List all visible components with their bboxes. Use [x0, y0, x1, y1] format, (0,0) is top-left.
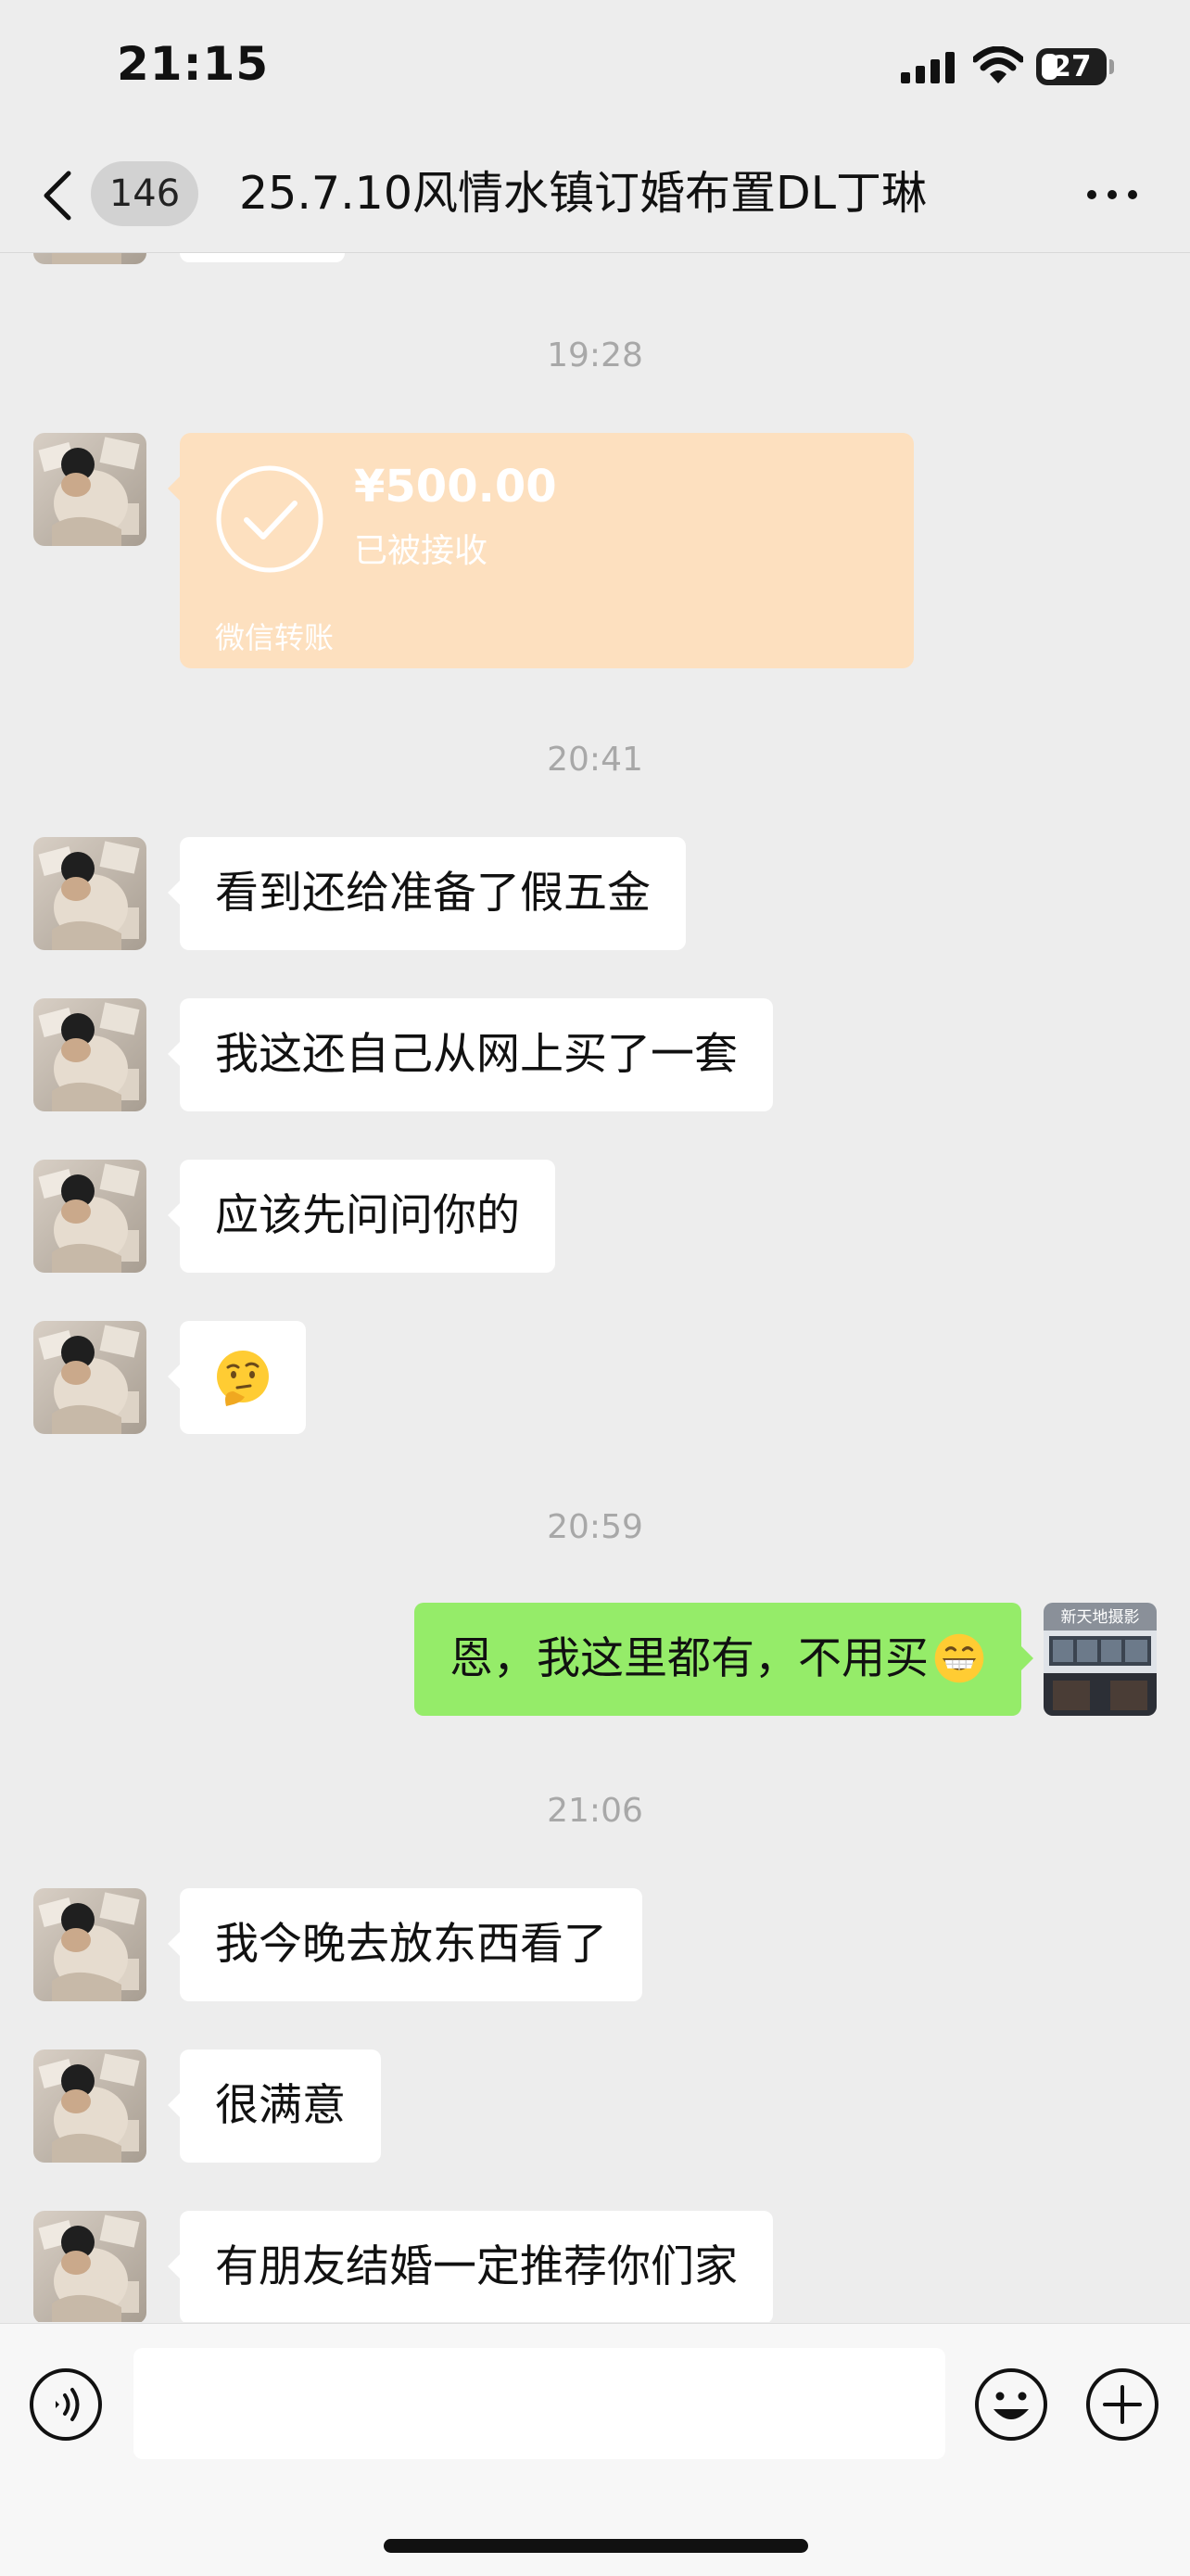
voice-icon[interactable]	[28, 2367, 104, 2443]
battery-level: 27	[1051, 50, 1092, 83]
storefront-image: 新天地摄影	[1044, 1603, 1157, 1716]
contact-avatar[interactable]	[33, 253, 146, 264]
outgoing-message-bubble[interactable]: 恩，我这里都有，不用买	[414, 1603, 1033, 1716]
transfer-label: 微信转账	[215, 620, 335, 655]
thinking-face-emoji	[217, 1351, 269, 1406]
timestamp: 20:41	[547, 741, 643, 779]
unread-count-badge[interactable]: 146	[91, 161, 198, 226]
message-list[interactable]: 19:28 ¥500.00 已被接收 微信转账 20:41 看到还给准备了假五金…	[0, 253, 1190, 2322]
emoji-face-icon[interactable]	[973, 2367, 1049, 2443]
wifi-icon	[973, 46, 1023, 83]
contact-avatar[interactable]	[33, 1321, 146, 1434]
message-bubble[interactable]: 我今晚去放东西看了	[168, 1888, 642, 2001]
transfer-status: 已被接收	[354, 532, 488, 570]
message-bubble[interactable]: 有朋友结婚一定推荐你们家	[168, 2211, 773, 2322]
plus-icon[interactable]	[1084, 2367, 1160, 2443]
timestamp: 21:06	[547, 1792, 643, 1830]
status-bar: 21:15 27	[0, 0, 1190, 139]
transfer-amount: ¥500.00	[354, 461, 557, 513]
message-bubble[interactable]: 我这还自己从网上买了一套	[168, 998, 773, 1111]
message-input[interactable]	[133, 2348, 945, 2459]
timestamp: 20:59	[547, 1508, 643, 1546]
battery-tip	[1109, 59, 1114, 74]
contact-avatar[interactable]	[33, 433, 146, 546]
self-avatar[interactable]: 新天地摄影	[1044, 1603, 1157, 1716]
contact-avatar[interactable]	[33, 998, 146, 1111]
emoji-message-bubble[interactable]	[168, 1321, 306, 1434]
chevron-left-icon[interactable]	[35, 168, 82, 223]
more-dots-icon[interactable]	[1084, 185, 1140, 204]
contact-avatar[interactable]	[33, 837, 146, 950]
message-bubble-partial[interactable]	[180, 253, 345, 262]
message-bubble[interactable]: 看到还给准备了假五金	[168, 837, 686, 950]
chat-input-bar	[0, 2323, 1190, 2576]
contact-avatar[interactable]	[33, 1888, 146, 2001]
contact-avatar[interactable]	[33, 2211, 146, 2322]
check-circle-icon	[216, 465, 323, 573]
battery-icon: 27	[1036, 48, 1107, 85]
message-bubble[interactable]: 应该先问问你的	[168, 1160, 555, 1273]
contact-avatar[interactable]	[33, 1160, 146, 1273]
self-avatar-sign: 新天地摄影	[1061, 1608, 1140, 1627]
home-indicator	[384, 2539, 808, 2553]
grinning-emoji	[934, 1633, 984, 1682]
timestamp: 19:28	[547, 336, 643, 374]
chat-header: 146 25.7.10风情水镇订婚布置DL丁琳	[0, 139, 1190, 253]
message-text: 恩，我这里都有，不用买	[449, 1633, 929, 1684]
message-bubble[interactable]: 很满意	[168, 2049, 381, 2163]
chat-title: 25.7.10风情水镇订婚布置DL丁琳	[239, 167, 928, 220]
signal-icon	[901, 52, 955, 83]
transfer-card[interactable]: ¥500.00 已被接收 微信转账	[168, 433, 914, 668]
contact-avatar[interactable]	[33, 2049, 146, 2163]
status-time: 21:15	[117, 37, 270, 91]
